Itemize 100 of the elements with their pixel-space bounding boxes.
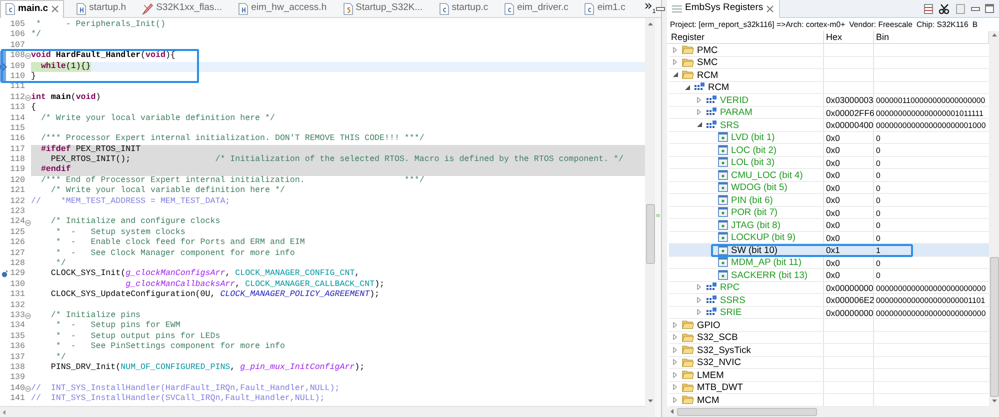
register-name[interactable]: SSRS <box>720 294 746 306</box>
vertical-scrollbar[interactable] <box>645 18 655 417</box>
table-icon[interactable] <box>924 4 933 14</box>
collapse-icon[interactable] <box>25 313 31 320</box>
pencil-file-icon <box>142 2 154 14</box>
collapse-icon[interactable] <box>25 386 31 392</box>
register-name[interactable]: JTAG (bit 8) <box>731 218 780 231</box>
collapsed-arrow-icon[interactable] <box>697 284 701 290</box>
expanded-arrow-icon[interactable] <box>685 84 690 90</box>
register-name[interactable]: PARAM <box>720 106 752 118</box>
register-icon <box>706 94 717 105</box>
column-header[interactable]: Bin <box>874 31 989 43</box>
line-number: 138 <box>9 362 25 374</box>
collapsed-arrow-icon[interactable] <box>673 46 677 53</box>
file-icon <box>5 3 15 15</box>
register-name[interactable]: GPIO <box>697 318 720 331</box>
expanded-arrow-icon[interactable] <box>673 72 678 78</box>
register-name[interactable]: CMU_LOC (bit 4) <box>731 168 803 181</box>
file-tab[interactable]: main.c <box>0 0 64 18</box>
register-name[interactable]: SACKERR (bit 13) <box>731 268 808 281</box>
close-icon[interactable] <box>51 5 60 13</box>
collapsed-arrow-icon[interactable] <box>697 96 701 103</box>
code-line: * - Setup output pins for LEDs <box>54 332 220 342</box>
file-tab[interactable]: startup.c <box>434 0 492 18</box>
horizontal-scrollbar[interactable] <box>0 406 645 417</box>
view-tab[interactable]: EmbSys Registers <box>667 0 780 18</box>
register-name[interactable]: LVD (bit 1) <box>731 131 775 144</box>
register-name[interactable]: PMC <box>697 44 718 56</box>
scissors-icon[interactable] <box>939 4 950 14</box>
column-header[interactable]: Hex <box>824 31 874 43</box>
breakpoint-icon[interactable] <box>1 270 8 278</box>
document-icon[interactable] <box>956 4 965 14</box>
minimize-icon[interactable] <box>656 6 665 10</box>
file-tab[interactable]: Startup_S32K... <box>338 0 427 18</box>
line-number: 127 <box>9 248 25 259</box>
register-icon <box>706 282 717 292</box>
collapsed-arrow-icon[interactable] <box>673 334 677 340</box>
code-line: #ifdef PEX_RTOS_INIT <box>40 144 141 155</box>
scroll-down-icon[interactable] <box>992 399 996 403</box>
scrollbar-thumb[interactable] <box>990 257 998 397</box>
collapsed-arrow-icon[interactable] <box>673 372 677 378</box>
scrollbar-thumb[interactable] <box>677 408 817 416</box>
register-name[interactable]: SMC <box>697 56 718 68</box>
scroll-left-icon[interactable] <box>670 409 674 414</box>
collapse-icon[interactable] <box>25 53 31 60</box>
collapsed-arrow-icon[interactable] <box>673 396 677 403</box>
scroll-down-icon[interactable] <box>648 399 652 403</box>
scroll-left-icon[interactable] <box>2 410 6 414</box>
collapsed-arrow-icon[interactable] <box>673 59 677 66</box>
register-name[interactable]: S32_SysTick <box>697 344 751 356</box>
file-tab[interactable]: eim_hw_access.h <box>234 0 331 18</box>
file-tab[interactable]: startup.h <box>72 0 130 18</box>
minimize-icon[interactable] <box>971 6 980 10</box>
scrollbar-thumb[interactable] <box>646 204 654 264</box>
register-name[interactable]: MTB_DWT <box>697 381 743 394</box>
line-number: 105 <box>9 20 25 30</box>
register-name[interactable]: VERID <box>720 94 748 106</box>
register-name[interactable]: PIN (bit 6) <box>731 194 773 206</box>
file-tab[interactable]: S32K1xx_flas... <box>138 0 226 18</box>
expanded-arrow-icon[interactable] <box>697 122 702 128</box>
vertical-scrollbar[interactable] <box>989 31 999 417</box>
scroll-up-icon[interactable] <box>648 22 652 26</box>
register-name[interactable]: WDOG (bit 5) <box>731 181 788 194</box>
register-name[interactable]: LMEM <box>697 368 724 381</box>
file-tab[interactable]: eim1.c <box>580 0 630 18</box>
register-name[interactable]: LOL (bit 3) <box>731 156 775 168</box>
code-line: /* Initialize and configure clocks <box>50 217 220 228</box>
column-header[interactable]: Register <box>669 31 824 43</box>
register-name[interactable]: SRS <box>720 118 740 131</box>
line-number: 119 <box>9 165 25 176</box>
register-name[interactable]: RCM <box>697 68 718 81</box>
register-name[interactable]: LOCKUP (bit 9) <box>731 231 796 244</box>
line-number: 135 <box>9 332 25 342</box>
collapse-icon[interactable] <box>25 94 31 101</box>
line-number: 123 <box>9 207 25 218</box>
register-name[interactable]: S32_NVIC <box>697 356 741 368</box>
close-icon[interactable] <box>766 4 774 12</box>
file-tab[interactable]: eim_driver.c <box>500 0 572 18</box>
register-name[interactable]: RCM <box>708 81 730 94</box>
line-number: 126 <box>9 238 25 249</box>
scroll-up-icon[interactable] <box>992 33 996 37</box>
register-name[interactable]: MCM <box>697 394 720 406</box>
register-name[interactable]: SW (bit 10) <box>731 244 778 256</box>
collapsed-arrow-icon[interactable] <box>673 384 677 390</box>
register-name[interactable]: S32_SCB <box>697 331 738 344</box>
maximize-icon[interactable] <box>985 4 994 13</box>
collapsed-arrow-icon[interactable] <box>673 322 677 328</box>
collapsed-arrow-icon[interactable] <box>673 346 677 353</box>
collapsed-arrow-icon[interactable] <box>697 309 701 316</box>
register-name[interactable]: SRIE <box>720 306 742 318</box>
register-name[interactable]: MDM_AP (bit 11) <box>731 256 802 268</box>
collapsed-arrow-icon[interactable] <box>697 109 701 116</box>
line-number: 131 <box>9 290 25 301</box>
register-name[interactable]: POR (bit 7) <box>731 206 778 218</box>
collapsed-arrow-icon[interactable] <box>673 359 677 366</box>
collapse-icon[interactable] <box>25 220 31 226</box>
overview-marker[interactable] <box>656 214 660 217</box>
register-name[interactable]: RPC <box>720 281 740 294</box>
collapsed-arrow-icon[interactable] <box>697 296 701 303</box>
register-name[interactable]: LOC (bit 2) <box>731 144 776 156</box>
